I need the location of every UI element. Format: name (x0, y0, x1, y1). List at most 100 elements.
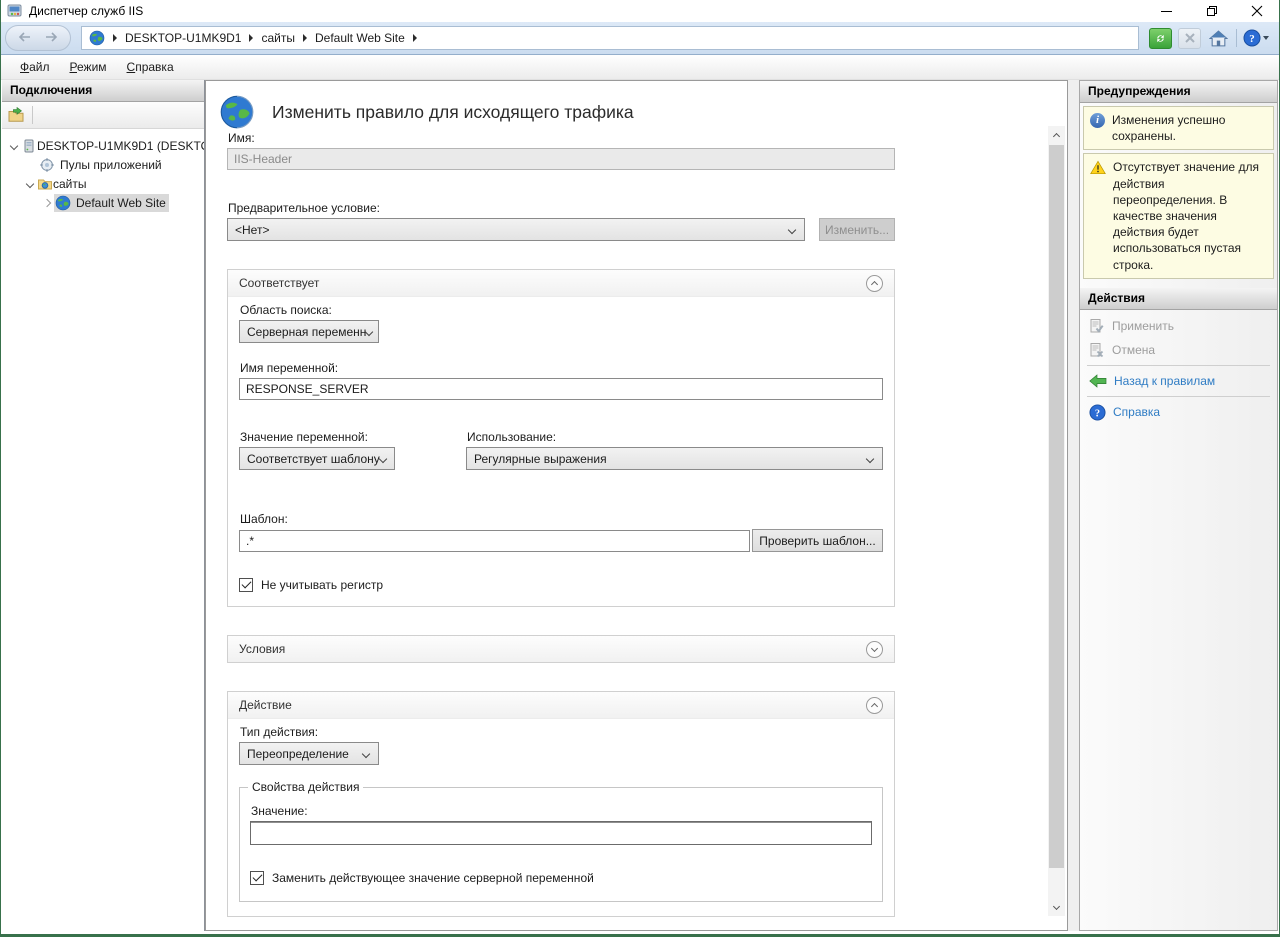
globe-icon (89, 30, 105, 46)
menu-bar: Файл Режим Справка (1, 55, 1279, 80)
scope-value: Серверная переменн (247, 325, 366, 339)
precondition-select[interactable]: <Нет> (227, 218, 805, 241)
tree-node-default-web-site[interactable]: Default Web Site (2, 193, 204, 212)
menu-file[interactable]: Файл (10, 57, 60, 77)
navigation-buttons (5, 25, 71, 51)
breadcrumb-arrow-icon (413, 34, 417, 42)
tree-label-app-pools: Пулы приложений (60, 157, 162, 172)
back-arrow-icon (1089, 373, 1107, 389)
close-button[interactable] (1234, 0, 1279, 22)
tree-node-server[interactable]: DESKTOP-U1MK9D1 (DESKTOP (2, 136, 204, 155)
action-group-title: Действие (239, 698, 292, 712)
scroll-up-button[interactable] (1048, 126, 1065, 143)
chevron-down-icon (379, 454, 387, 462)
back-to-rules-action[interactable]: Назад к правилам (1080, 369, 1277, 393)
action-group-header: Действие (228, 692, 894, 718)
using-select[interactable]: Регулярные выражения (466, 447, 883, 470)
window-title: Диспетчер служб IIS (29, 4, 143, 18)
chevron-down-icon (866, 454, 874, 462)
chevron-up-icon (1053, 132, 1060, 139)
selected-tree-item: Default Web Site (54, 194, 169, 212)
globe-icon (55, 195, 71, 211)
connections-header: Подключения (2, 80, 204, 102)
warning-icon (1090, 160, 1106, 175)
sites-folder-icon (37, 176, 53, 192)
breadcrumb-sites[interactable]: сайты (261, 31, 295, 45)
stop-icon (1185, 33, 1195, 43)
scroll-down-button[interactable] (1048, 899, 1065, 916)
ignore-case-checkbox[interactable] (239, 578, 253, 592)
action-type-select[interactable]: Переопределение (239, 742, 379, 765)
right-panel: Предупреждения Изменения успешно сохране… (1079, 80, 1278, 931)
info-icon (1090, 113, 1105, 128)
using-label: Использование: (467, 430, 883, 444)
add-connection-icon[interactable] (7, 106, 25, 124)
help-menu-button[interactable]: ? (1243, 29, 1269, 47)
action-type-value: Переопределение (247, 747, 349, 761)
address-toolbar: ? (1149, 28, 1269, 49)
restore-button[interactable] (1189, 0, 1234, 22)
feature-content-panel: Изменить правило для исходящего трафика … (205, 80, 1068, 931)
replace-value-label: Заменить действующее значение серверной … (272, 871, 594, 885)
back-arrow-icon (18, 32, 32, 42)
menu-help[interactable]: Справка (117, 57, 184, 77)
variable-value-select[interactable]: Соответствует шаблону (239, 447, 395, 470)
server-icon (21, 138, 37, 154)
action-value-label: Значение: (251, 804, 872, 818)
chevron-right-icon[interactable] (40, 200, 54, 206)
chevron-down-icon (1053, 902, 1060, 909)
test-pattern-button[interactable]: Проверить шаблон... (752, 529, 883, 552)
apply-action: Применить (1080, 314, 1277, 338)
ignore-case-label: Не учитывать регистр (261, 578, 383, 592)
help-action[interactable]: ? Справка (1080, 400, 1277, 425)
breadcrumb-default-web-site[interactable]: Default Web Site (315, 31, 405, 45)
stop-button[interactable] (1178, 28, 1201, 49)
refresh-button[interactable] (1149, 28, 1172, 49)
precondition-value: <Нет> (235, 223, 269, 237)
scrollbar-thumb[interactable] (1049, 145, 1064, 868)
actions-header: Действия (1080, 288, 1277, 310)
using-value: Регулярные выражения (474, 452, 607, 466)
conditions-group-title: Условия (239, 642, 285, 656)
actions-separator (1087, 396, 1270, 397)
warning-alert-text: Отсутствует значение для действия переоп… (1113, 159, 1267, 272)
scope-select[interactable]: Серверная переменн (239, 320, 379, 343)
tree-node-app-pools[interactable]: Пулы приложений (2, 155, 204, 174)
match-group-body: Область поиска: Серверная переменн Имя п… (228, 296, 894, 606)
variable-name-input[interactable]: RESPONSE_SERVER (239, 378, 883, 400)
vertical-scrollbar[interactable] (1048, 126, 1065, 916)
edit-outbound-rule-form: Изменить правило для исходящего трафика … (227, 81, 895, 917)
chevron-down-icon[interactable] (23, 181, 37, 187)
name-label: Имя: (228, 131, 895, 145)
replace-value-checkbox[interactable] (250, 871, 264, 885)
chevron-down-icon (871, 644, 878, 651)
expand-button[interactable] (866, 641, 883, 658)
chevron-down-icon[interactable] (7, 143, 21, 149)
iis-manager-window: Диспетчер служб IIS (0, 0, 1280, 937)
action-properties-legend: Свойства действия (248, 780, 363, 794)
address-bar: DESKTOP-U1MK9D1 сайты Default Web Site (1, 22, 1279, 55)
chevron-up-icon (871, 703, 878, 710)
connections-toolbar (2, 102, 204, 129)
scope-label: Область поиска: (240, 303, 883, 317)
help-icon: ? (1089, 404, 1106, 421)
menu-view[interactable]: Режим (60, 57, 117, 77)
collapse-button[interactable] (866, 275, 883, 292)
breadcrumb[interactable]: DESKTOP-U1MK9D1 сайты Default Web Site (81, 26, 1139, 50)
help-label: Справка (1113, 405, 1160, 419)
help-icon: ? (1243, 29, 1261, 47)
tree-node-sites[interactable]: сайты (2, 174, 204, 193)
svg-text:?: ? (1095, 408, 1100, 419)
home-icon (1209, 30, 1228, 47)
forward-button[interactable] (44, 31, 58, 45)
breadcrumb-server[interactable]: DESKTOP-U1MK9D1 (125, 31, 241, 45)
tree-label-server: DESKTOP-U1MK9D1 (DESKTOP (37, 138, 204, 153)
pattern-input[interactable]: .* (239, 530, 750, 552)
action-value-input[interactable] (250, 821, 872, 845)
back-button[interactable] (18, 31, 32, 45)
collapse-button[interactable] (866, 697, 883, 714)
minimize-button[interactable] (1144, 0, 1189, 22)
home-button[interactable] (1207, 28, 1230, 49)
tree-label-default-web-site: Default Web Site (76, 195, 166, 210)
toolbar-separator (1236, 29, 1237, 47)
